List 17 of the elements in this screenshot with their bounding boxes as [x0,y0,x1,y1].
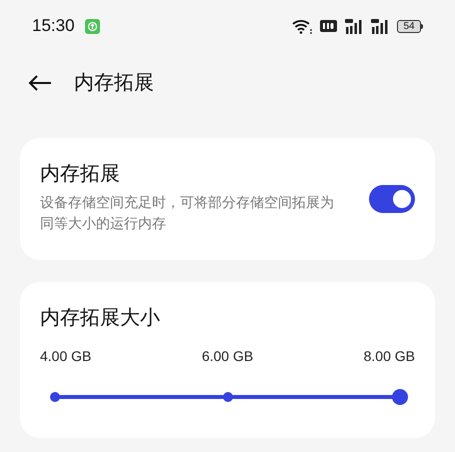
size-option[interactable]: 4.00 GB [40,346,92,367]
battery-indicator: 54 [397,20,423,32]
size-option[interactable]: 8.00 GB [364,346,415,367]
back-arrow-icon[interactable] [28,74,52,92]
toggle-switch[interactable] [369,185,415,213]
slider-thumb[interactable] [392,389,408,405]
signal-icon [345,18,363,34]
signal-icon [371,18,389,34]
setting-title: 内存拓展大小 [40,308,161,328]
size-option[interactable]: 6.00 GB [202,346,254,367]
status-time: 15:30 [32,15,75,38]
setting-description: 设备存储空间充足时，可将部分存储空间拓展为同等大小的运行内存 [40,193,335,233]
setting-title: 内存拓展 [40,164,121,184]
hd-icon [320,20,337,32]
app-notification-icon [84,18,100,34]
wifi-icon [292,18,312,34]
page-title: 内存拓展 [74,71,154,96]
